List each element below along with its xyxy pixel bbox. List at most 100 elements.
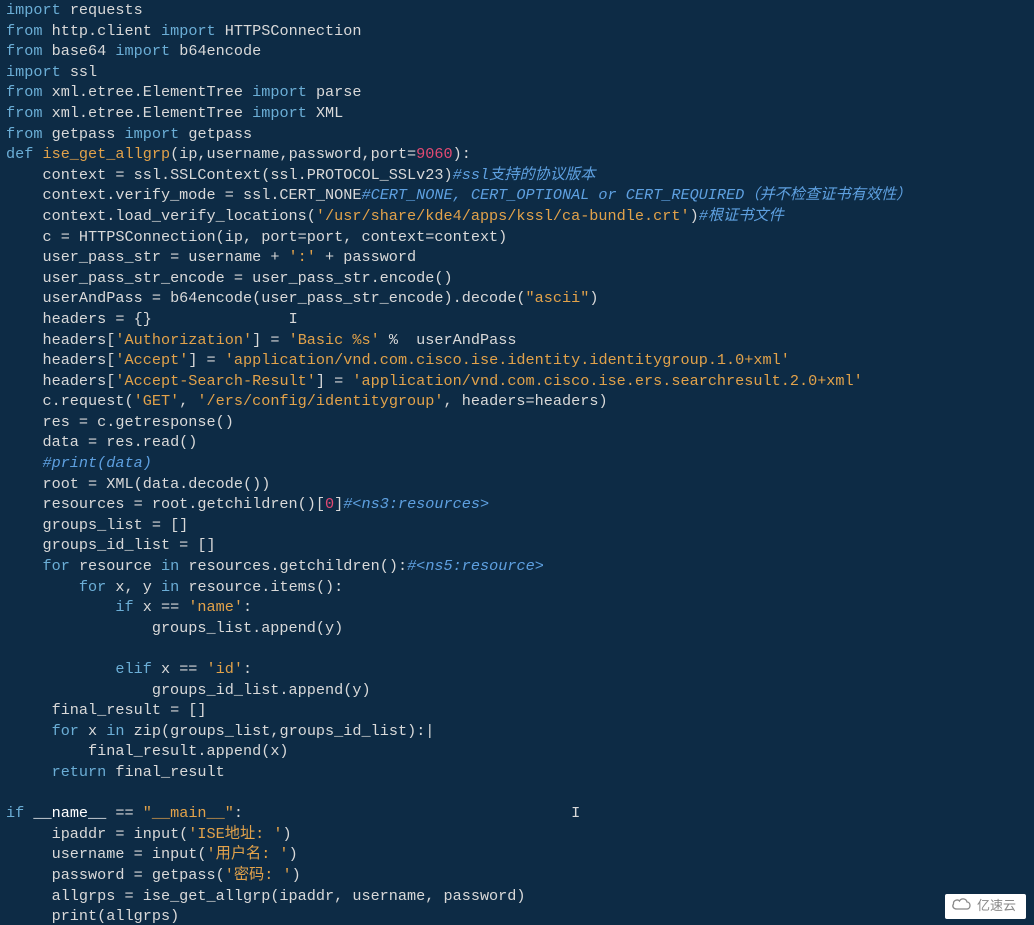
code-token: 'id' — [207, 660, 243, 678]
code-editor[interactable]: import requests from http.client import … — [0, 0, 1034, 925]
code-token: 'application/vnd.com.cisco.ise.identity.… — [225, 351, 790, 369]
code-token: import — [6, 63, 61, 81]
code-token: resources.getchildren(): — [188, 557, 407, 575]
code-token: headers[ — [42, 351, 115, 369]
code-token: XML — [316, 104, 343, 122]
code-token: import — [125, 125, 180, 143]
code-token: userAndPass = b64encode(user_pass_str_en… — [42, 289, 525, 307]
text-cursor: I — [289, 310, 298, 328]
code-token: 'Accept-Search-Result' — [115, 372, 316, 390]
code-token: x == — [143, 598, 189, 616]
code-token: '/usr/share/kde4/apps/kssl/ca-bundle.crt… — [316, 207, 690, 225]
code-token: return — [52, 763, 107, 781]
code-token: 'GET' — [134, 392, 180, 410]
code-token: ] = — [188, 351, 224, 369]
code-token: '用户名: ' — [207, 845, 289, 863]
code-token: 'application/vnd.com.cisco.ise.ers.searc… — [352, 372, 862, 390]
code-token: 0 — [325, 495, 334, 513]
code-token: ise_get_allgrp — [42, 145, 170, 163]
code-token: ) — [690, 207, 699, 225]
code-token: root = XML(data.decode()) — [42, 475, 270, 493]
code-token: #<ns5:resource> — [407, 557, 544, 575]
code-token: if — [6, 804, 24, 822]
code-token: ipaddr = input( — [42, 825, 188, 843]
code-token: resource.items(): — [188, 578, 343, 596]
code-token: final_result.append(x) — [79, 742, 289, 760]
code-token: x, y — [115, 578, 151, 596]
code-token: in — [161, 557, 179, 575]
code-token: groups_id_list = [] — [42, 536, 215, 554]
code-token: ) — [282, 825, 291, 843]
code-token: getpass — [52, 125, 116, 143]
code-token: in — [161, 578, 179, 596]
code-token: user_pass_str = username + — [42, 248, 288, 266]
code-token: 'name' — [188, 598, 243, 616]
code-token: username = input( — [42, 845, 206, 863]
code-token: "ascii" — [526, 289, 590, 307]
code-token: resource — [79, 557, 152, 575]
code-token: password = getpass( — [42, 866, 224, 884]
code-token: print(allgrps) — [42, 907, 179, 925]
code-token: x == — [161, 660, 207, 678]
code-token: headers[ — [42, 331, 115, 349]
code-token: : — [243, 660, 252, 678]
code-token: base64 — [52, 42, 107, 60]
code-token: #ssl支持的协议版本 — [453, 166, 596, 184]
code-token: in — [106, 722, 124, 740]
code-token: requests — [70, 1, 143, 19]
code-token: ] = — [252, 331, 288, 349]
code-token: zip(groups_list,groups_id_list):| — [134, 722, 435, 740]
code-token: ) — [289, 845, 298, 863]
code-token: elif — [115, 660, 151, 678]
code-token: allgrps = ise_get_allgrp(ipaddr, usernam… — [42, 887, 525, 905]
code-token: b64encode — [179, 42, 261, 60]
code-token: user_pass_str_encode = user_pass_str.enc… — [42, 269, 452, 287]
code-token: HTTPSConnection — [225, 22, 362, 40]
code-token: ':' — [289, 248, 316, 266]
code-token: for — [42, 557, 69, 575]
code-token: context.verify_mode = ssl.CERT_NONE — [42, 186, 361, 204]
code-token: res = c.getresponse() — [42, 413, 233, 431]
code-token: groups_id_list.append(y) — [152, 681, 371, 699]
code-token: #CERT_NONE, CERT_OPTIONAL or CERT_REQUIR… — [361, 186, 911, 204]
code-token: 'Accept' — [115, 351, 188, 369]
code-token: + password — [316, 248, 416, 266]
text-cursor: I — [571, 804, 580, 822]
code-token: ] = — [316, 372, 352, 390]
cloud-icon — [951, 896, 973, 912]
code-token: ): — [453, 145, 471, 163]
code-token: headers[ — [42, 372, 115, 390]
code-token: if — [115, 598, 133, 616]
code-token: xml.etree.ElementTree — [52, 83, 243, 101]
code-token: 'ISE地址: ' — [188, 825, 282, 843]
code-token: import — [115, 42, 170, 60]
code-token: def — [6, 145, 33, 163]
code-token: '密码: ' — [225, 866, 292, 884]
code-token: #print(data) — [42, 454, 151, 472]
code-token: __name__ — [33, 804, 106, 822]
code-token: import — [252, 104, 307, 122]
code-token: groups_list = [] — [42, 516, 188, 534]
code-token: ( — [170, 145, 179, 163]
code-token: from — [6, 83, 42, 101]
code-token: == — [106, 804, 142, 822]
code-token: http.client — [52, 22, 152, 40]
code-token: context = ssl.SSLContext(ssl.PROTOCOL_SS… — [42, 166, 452, 184]
code-token: for — [52, 722, 79, 740]
code-token: import — [161, 22, 216, 40]
code-token: data = res.read() — [42, 433, 197, 451]
code-token: c.request( — [42, 392, 133, 410]
code-token: ssl — [70, 63, 97, 81]
code-token: ] — [334, 495, 343, 513]
code-token: parse — [316, 83, 362, 101]
code-token: from — [6, 125, 42, 143]
code-token: , — [179, 392, 197, 410]
code-token: ) — [292, 866, 301, 884]
code-token: '/ers/config/identitygroup' — [197, 392, 443, 410]
code-token: : — [234, 804, 243, 822]
code-token: from — [6, 42, 42, 60]
code-token: % userAndPass — [380, 331, 517, 349]
code-token: resources = root.getchildren()[ — [42, 495, 325, 513]
code-token: final_result — [115, 763, 224, 781]
code-token: : — [243, 598, 252, 616]
